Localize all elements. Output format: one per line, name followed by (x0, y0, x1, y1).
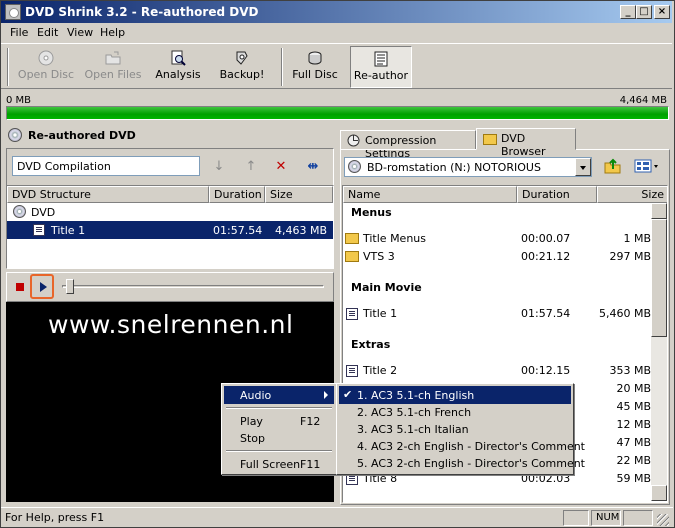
compression-settings-icon (347, 134, 360, 147)
player-context-menu: Audio Play F12 Stop Full Screen F11 (221, 383, 337, 475)
move-up-arrow-icon[interactable]: ↑ (242, 158, 260, 176)
audio-track-4[interactable]: 4. AC3 2-ch English - Director's Comment (339, 437, 585, 455)
menu-view[interactable]: View (67, 26, 93, 39)
fit-width-icon[interactable]: ⇹ (304, 158, 322, 176)
menu-item-full-screen[interactable]: Full Screen F11 (224, 455, 334, 473)
scrollbar-thumb[interactable] (651, 219, 667, 337)
scroll-down-icon[interactable] (651, 485, 667, 501)
audio-track-5[interactable]: 5. AC3 2-ch English - Director's Comment (339, 454, 585, 472)
status-panel-empty (563, 510, 589, 526)
scroll-up-icon[interactable] (651, 203, 667, 219)
list-item[interactable]: Title 1 01:57.54 5,460 MB (343, 305, 653, 323)
audio-submenu: ✔ 1. AC3 5.1-ch English 2. AC3 5.1-ch Fr… (336, 383, 585, 475)
list-item[interactable]: Title 2 00:12.15 353 MB (343, 362, 653, 380)
menu-folder-icon (345, 233, 359, 244)
list-item[interactable]: Title Menus 00:00.07 1 MB (343, 230, 653, 248)
disc-stack-icon (308, 51, 322, 65)
menu-item-audio[interactable]: Audio (224, 386, 334, 404)
menu-item-play[interactable]: Play F12 (224, 412, 334, 430)
open-files-button[interactable]: Open Files (81, 46, 145, 88)
size-min-label: 0 MB (6, 95, 32, 106)
full-disc-button[interactable]: Full Disc (289, 46, 341, 88)
watermark-text: www.snelrennen.nl (48, 310, 294, 339)
menu-folder-icon (345, 251, 359, 262)
status-panel-empty (623, 510, 653, 526)
dvd-structure-tree[interactable]: DVD Structure Duration Size DVD Title 1 … (6, 185, 334, 269)
tree-root-dvd[interactable]: DVD (7, 203, 333, 221)
checkmark-icon: ✔ (343, 388, 353, 401)
seek-slider-track[interactable] (62, 285, 324, 288)
column-size[interactable]: Size (265, 186, 333, 203)
play-icon[interactable] (40, 282, 47, 292)
close-button[interactable]: × (654, 5, 670, 19)
reauthored-dvd-header: Re-authored DVD (6, 126, 332, 146)
reauthor-list-icon (374, 51, 388, 67)
view-options-icon[interactable] (634, 158, 660, 174)
menu-help[interactable]: Help (100, 26, 125, 39)
menu-item-stop[interactable]: Stop (224, 429, 334, 447)
folder-icon (483, 134, 497, 145)
section-extras: Extras (351, 338, 391, 351)
output-size-meter-fill (7, 107, 668, 119)
title-bar[interactable]: DVD Shrink 3.2 - Re-authored DVD _ □ × (1, 1, 672, 23)
stop-icon[interactable] (16, 283, 24, 291)
toolbar-separator (281, 48, 283, 86)
toolbar-separator (7, 48, 9, 86)
drive-disc-icon (348, 160, 361, 173)
browser-scrollbar[interactable] (651, 203, 667, 501)
dvd-shrink-app-icon[interactable] (5, 4, 21, 20)
audio-track-2[interactable]: 2. AC3 5.1-ch French (339, 403, 571, 421)
title-icon (346, 365, 358, 377)
resize-grip-icon[interactable] (657, 514, 669, 526)
menu-separator (226, 407, 332, 409)
status-bar: For Help, press F1 NUM (1, 507, 673, 526)
column-duration[interactable]: Duration (209, 186, 265, 203)
size-max-label: 4,464 MB (619, 95, 667, 106)
backup-icon (236, 51, 248, 65)
menu-separator (226, 450, 332, 452)
drive-select[interactable]: BD-romstation (N:) NOTORIOUS (344, 157, 592, 177)
maximize-button[interactable]: □ (636, 5, 652, 19)
seek-slider-thumb[interactable] (66, 279, 74, 294)
toolbar: Open Disc Open Files Analysis Backup! Fu… (1, 43, 672, 89)
compilation-name-input[interactable] (12, 156, 200, 176)
dvd-disc-icon (13, 205, 26, 218)
move-down-arrow-icon[interactable]: ↓ (210, 158, 228, 176)
status-num-lock: NUM (591, 510, 621, 526)
menu-file[interactable]: File (10, 26, 28, 39)
column-name[interactable]: Name (343, 186, 517, 203)
audio-track-1[interactable]: ✔ 1. AC3 5.1-ch English (339, 386, 571, 404)
menu-edit[interactable]: Edit (37, 26, 58, 39)
open-disc-button[interactable]: Open Disc (15, 46, 77, 88)
folder-up-icon[interactable] (604, 157, 622, 175)
output-size-meter (6, 106, 669, 120)
audio-track-3[interactable]: 3. AC3 5.1-ch Italian (339, 420, 571, 438)
tab-dvd-browser[interactable]: DVD Browser (476, 128, 576, 158)
section-main-movie: Main Movie (351, 281, 422, 294)
remove-x-icon[interactable]: ✕ (272, 158, 290, 176)
column-duration[interactable]: Duration (517, 186, 597, 203)
tree-row-title-1[interactable]: Title 1 01:57.54 4,463 MB (7, 221, 333, 239)
chevron-down-icon[interactable] (575, 158, 591, 176)
title-icon (33, 224, 45, 236)
window-title: DVD Shrink 3.2 - Re-authored DVD (25, 5, 259, 19)
disc-icon (38, 50, 54, 66)
submenu-arrow-icon (324, 391, 328, 399)
open-folder-icon (105, 51, 121, 65)
list-item[interactable]: VTS 3 00:21.12 297 MB (343, 248, 653, 266)
reauthored-dvd-title: Re-authored DVD (28, 129, 136, 142)
analysis-magnifier-icon (171, 50, 186, 66)
title-icon (346, 308, 358, 320)
reauthor-button[interactable]: Re-author (350, 46, 412, 88)
menu-bar: File Edit View Help (1, 23, 672, 42)
minimize-button[interactable]: _ (620, 5, 636, 19)
tab-compression-settings[interactable]: Compression Settings (340, 130, 476, 160)
status-help-text: For Help, press F1 (5, 511, 105, 524)
backup-button[interactable]: Backup! (213, 46, 271, 88)
column-size[interactable]: Size (597, 186, 667, 203)
section-menus: Menus (351, 206, 392, 219)
disc-icon (8, 128, 22, 142)
analysis-button[interactable]: Analysis (149, 46, 207, 88)
column-dvd-structure[interactable]: DVD Structure (7, 186, 209, 203)
